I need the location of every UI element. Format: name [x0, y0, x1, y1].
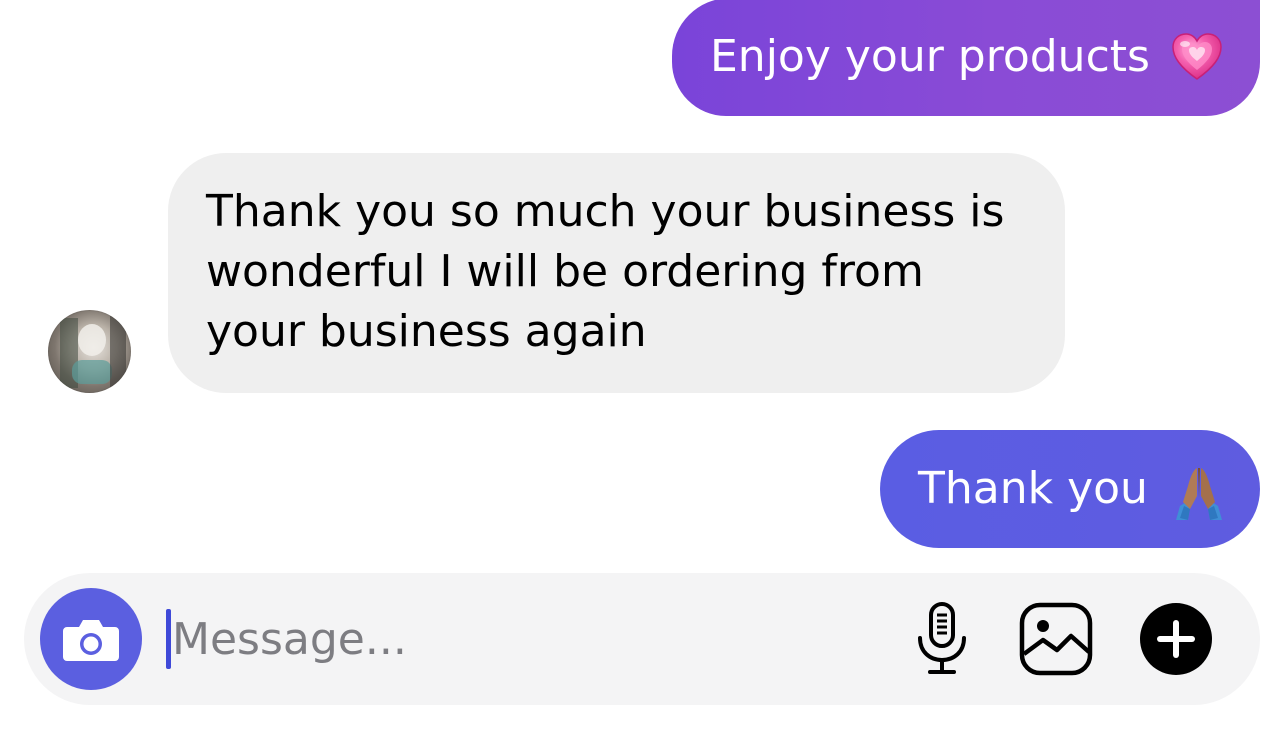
camera-button[interactable] — [40, 588, 142, 690]
microphone-icon — [918, 602, 966, 674]
contact-avatar[interactable] — [48, 310, 131, 393]
more-options-button[interactable] — [1136, 599, 1216, 679]
outgoing-message-bubble[interactable]: Thank you — [880, 430, 1260, 548]
message-composer — [24, 573, 1260, 705]
message-text: Enjoy your products — [710, 31, 1150, 82]
message-text: Thank you — [918, 463, 1148, 514]
incoming-message-bubble[interactable]: Thank you so much your business is wonde… — [168, 153, 1065, 393]
microphone-button[interactable] — [902, 599, 982, 679]
outgoing-message-bubble[interactable]: Enjoy your products — [672, 0, 1260, 116]
growing-heart-icon — [1170, 30, 1224, 84]
plus-icon — [1140, 603, 1212, 675]
camera-icon — [63, 620, 119, 661]
chat-screen: Enjoy your products Thank you so much yo… — [0, 0, 1284, 729]
message-text: Thank you so much your business is wonde… — [206, 186, 1005, 357]
gallery-button[interactable] — [1016, 599, 1096, 679]
image-icon — [1019, 602, 1093, 676]
text-cursor — [166, 609, 171, 669]
message-input[interactable] — [172, 606, 872, 672]
folded-hands-icon — [1168, 462, 1222, 520]
